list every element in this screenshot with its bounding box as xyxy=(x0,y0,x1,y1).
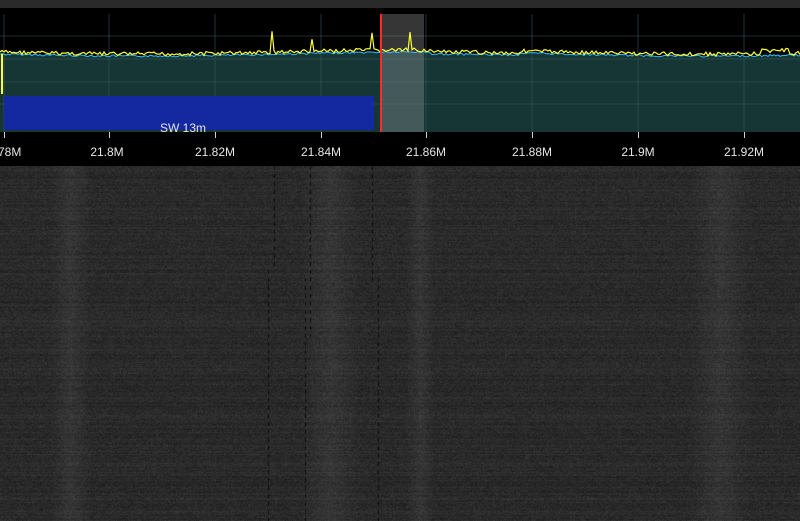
tick xyxy=(321,132,322,138)
tick xyxy=(109,132,110,138)
frequency-axis[interactable]: 78M 21.8M 21.82M 21.84M 21.86M 21.88M 21… xyxy=(0,132,800,166)
tick xyxy=(4,132,5,138)
waterfall-display[interactable] xyxy=(0,166,800,521)
tick xyxy=(215,132,216,138)
freq-label: 21.86M xyxy=(405,145,447,159)
freq-label: 78M xyxy=(0,145,22,159)
freq-label: 21.84M xyxy=(300,145,342,159)
freq-label: 21.92M xyxy=(723,145,765,159)
freq-label: 21.8M xyxy=(90,145,124,159)
tick xyxy=(426,132,427,138)
top-toolbar-strip xyxy=(0,0,800,8)
freq-label: 21.88M xyxy=(511,145,553,159)
spectrum-display[interactable]: SW 13m xyxy=(0,14,800,135)
passband-filter-overlay[interactable] xyxy=(381,14,424,132)
tick xyxy=(744,132,745,138)
freq-label: 21.9M xyxy=(621,145,655,159)
tick xyxy=(532,132,533,138)
tick xyxy=(638,132,639,138)
freq-label: 21.82M xyxy=(194,145,236,159)
spectrum-svg xyxy=(0,14,800,133)
